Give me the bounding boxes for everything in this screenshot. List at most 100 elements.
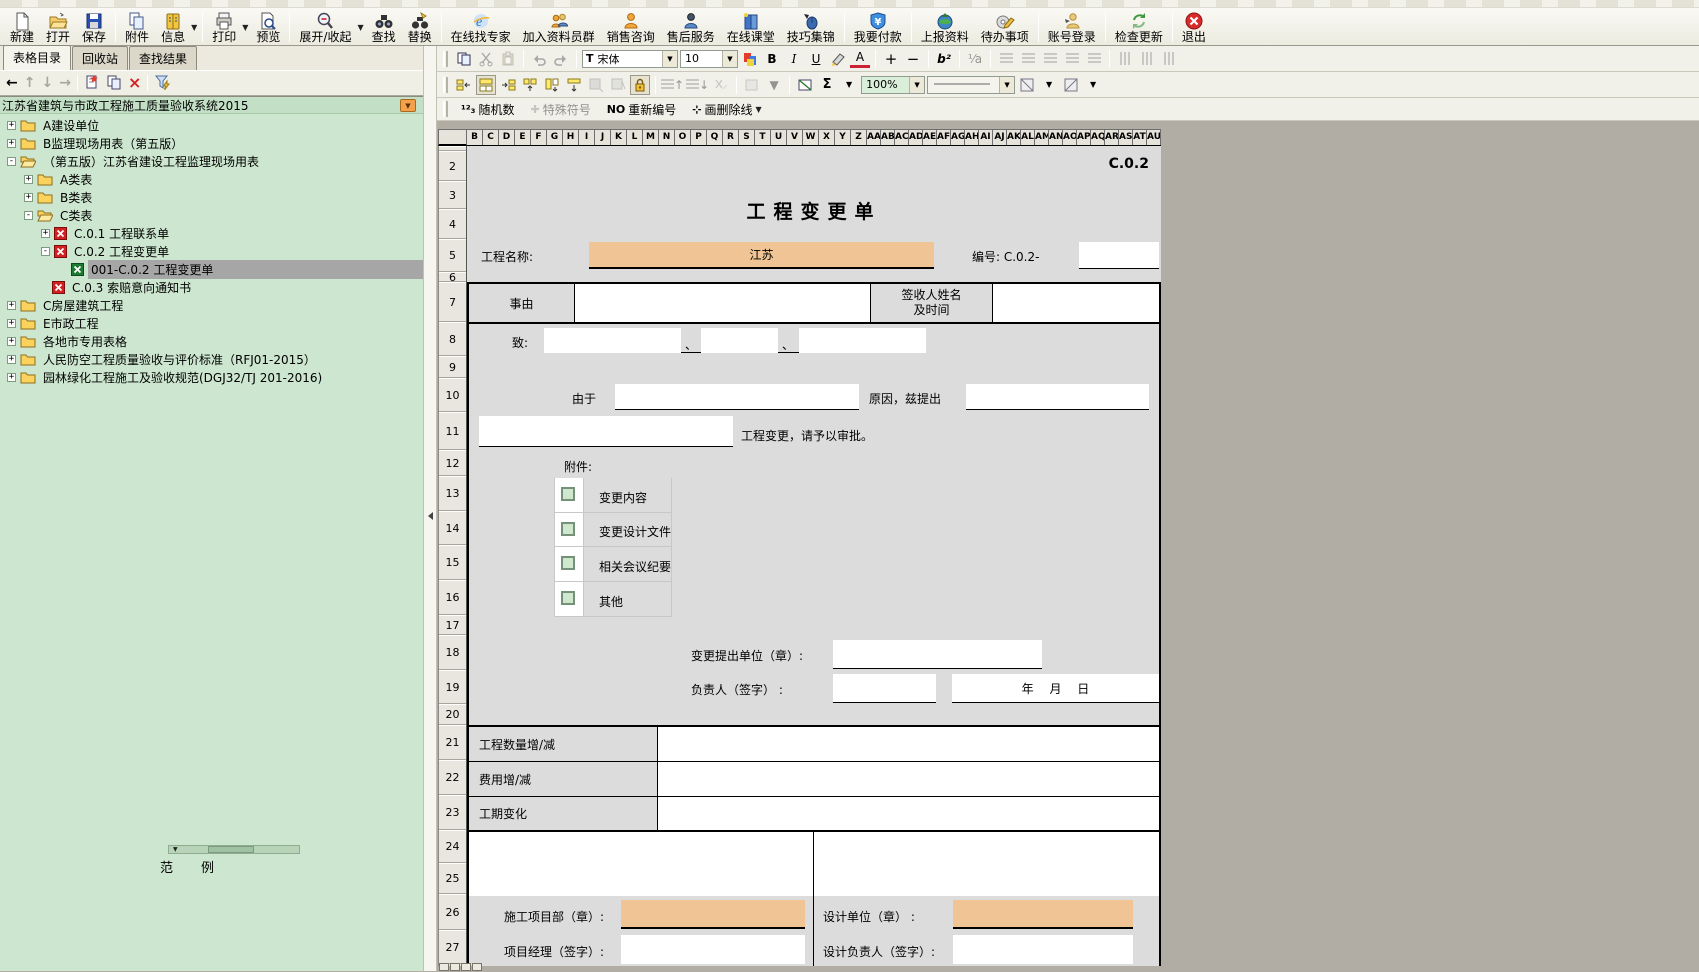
column-header[interactable]: J (595, 130, 611, 145)
lock-cell-icon[interactable] (630, 75, 650, 95)
column-header[interactable]: AR (1105, 130, 1119, 145)
to-field-2[interactable] (701, 328, 778, 353)
expander-icon[interactable]: - (7, 157, 16, 166)
row-header[interactable]: 10 (439, 378, 466, 412)
filter-icon[interactable] (154, 74, 170, 93)
collapse-left-icon[interactable] (428, 512, 433, 520)
special-symbol-button[interactable]: ✚ 特殊符号 (523, 101, 597, 118)
column-header[interactable]: AP (1077, 130, 1091, 145)
vertical-text-left-icon[interactable] (1115, 49, 1135, 69)
line-style-dropdown-icon[interactable]: ▼ (999, 77, 1014, 93)
row-header[interactable]: 5 (439, 239, 466, 272)
down-arrow-icon[interactable]: ↓ (41, 76, 53, 90)
row-header[interactable]: 13 (439, 476, 466, 511)
column-header[interactable]: P (691, 130, 707, 145)
column-header[interactable]: Z (851, 130, 867, 145)
paste-icon[interactable] (498, 49, 518, 69)
column-header[interactable]: AH (965, 130, 979, 145)
column-header[interactable]: AG (951, 130, 965, 145)
expander-icon[interactable]: + (7, 355, 16, 364)
find-button[interactable]: 查找 (366, 9, 402, 45)
column-header[interactable]: AI (979, 130, 993, 145)
merge-cells-icon[interactable] (476, 75, 496, 95)
tree-item-c-class[interactable]: -C类表 (0, 206, 423, 224)
font-size-dropdown-icon[interactable]: ▼ (722, 51, 737, 67)
sales-consult-button[interactable]: 销售咨询 (601, 9, 661, 45)
row-header[interactable]: 20 (439, 704, 466, 725)
sidebar-splitter[interactable] (423, 46, 437, 971)
principal-field[interactable] (833, 674, 936, 703)
row-header[interactable]: 2 (439, 151, 466, 181)
font-color-button[interactable]: A (850, 50, 870, 68)
row-header[interactable]: 22 (439, 760, 466, 795)
column-header[interactable]: AL (1021, 130, 1035, 145)
column-header[interactable]: B (467, 130, 483, 145)
cut-icon[interactable] (476, 49, 496, 69)
bold-button[interactable]: B (762, 49, 782, 69)
expander-icon[interactable]: + (7, 319, 16, 328)
report-data-button[interactable]: 上报资料 (915, 9, 975, 45)
preview-button[interactable]: 预览 (250, 9, 286, 45)
expander-icon[interactable]: - (41, 247, 50, 256)
column-header[interactable]: K (611, 130, 627, 145)
row-header[interactable]: 24 (439, 830, 466, 863)
column-header[interactable]: AO (1063, 130, 1077, 145)
print-button[interactable]: 打印 (206, 9, 242, 45)
print-dropdown-icon[interactable]: ▼ (242, 23, 248, 32)
tree-item-e-municipal[interactable]: +E市政工程 (0, 314, 423, 332)
propose-unit-field[interactable] (833, 640, 1042, 669)
pattern-border-icon[interactable] (608, 75, 628, 95)
attachment-button[interactable]: 附件 (119, 9, 155, 45)
align-right-icon[interactable] (1062, 49, 1082, 69)
forward-arrow-icon[interactable]: → (59, 76, 71, 90)
column-header[interactable]: AA (867, 130, 881, 145)
line-style-combo[interactable]: ▼ (927, 76, 1015, 94)
font-size-combo[interactable]: 10 ▼ (680, 50, 738, 68)
after-sales-button[interactable]: 售后服务 (661, 9, 721, 45)
checkbox-meeting-minutes[interactable] (561, 556, 575, 570)
column-header[interactable]: U (771, 130, 787, 145)
new-form-icon[interactable] (84, 74, 100, 93)
column-header[interactable]: AC (895, 130, 909, 145)
vertical-text-center-icon[interactable] (1137, 49, 1157, 69)
border-diagonal-up-dropdown-icon[interactable]: ▼ (1083, 75, 1103, 95)
copy-icon[interactable] (454, 49, 474, 69)
font-family-combo[interactable]: T 宋体 ▼ (582, 50, 678, 68)
scroll-thumb[interactable] (208, 846, 254, 853)
clear-format-icon[interactable] (711, 75, 731, 95)
fraction-button[interactable]: ⅟a (965, 49, 985, 69)
underline-button[interactable]: U (806, 49, 826, 69)
tree-item-landscaping[interactable]: +园林绿化工程施工及验收规范(DGJ32/TJ 201-2016) (0, 368, 423, 386)
column-header[interactable]: V (787, 130, 803, 145)
expander-icon[interactable]: - (24, 211, 33, 220)
tree-item-c01[interactable]: +C.0.1 工程联系单 (0, 224, 423, 242)
row-header[interactable]: 11 (439, 412, 466, 450)
tree-item-b-supervision-forms[interactable]: +B监理现场用表（第五版） (0, 134, 423, 152)
row-header[interactable]: 27 (439, 930, 466, 964)
column-header[interactable]: AN (1049, 130, 1063, 145)
sheet-corner-cell[interactable] (438, 129, 467, 146)
column-header[interactable]: AB (881, 130, 895, 145)
row-header[interactable]: 15 (439, 545, 466, 580)
column-header[interactable]: AD (909, 130, 923, 145)
zoom-dropdown-icon[interactable]: ▼ (909, 77, 924, 93)
strikethrough-line-button[interactable]: ⊹ 画删除线 ▼ (685, 101, 770, 118)
tree-item-civil-defense[interactable]: +人民防空工程质量验收与评价标准（RFJ01-2015） (0, 350, 423, 368)
superscript-button[interactable]: b² (934, 49, 954, 69)
vertical-text-right-icon[interactable] (1159, 49, 1179, 69)
back-arrow-icon[interactable]: ← (6, 76, 18, 90)
reason-input-cell[interactable] (575, 284, 871, 322)
row-header[interactable]: 25 (439, 863, 466, 894)
decrease-size-button[interactable]: − (903, 49, 923, 69)
line-spacing-increase-icon[interactable]: ↑ (661, 75, 684, 95)
strikethrough-dropdown-icon[interactable]: ▼ (756, 105, 762, 114)
align-justify-icon[interactable] (996, 49, 1016, 69)
expander-icon[interactable]: + (7, 301, 16, 310)
expand-collapse-button[interactable]: 展开/收起 (293, 9, 357, 45)
toolbar-grip[interactable] (443, 77, 448, 93)
tab-table-directory[interactable]: 表格目录 (3, 45, 71, 70)
exit-button[interactable]: 退出 (1176, 9, 1212, 45)
save-button[interactable]: 保存 (76, 9, 112, 45)
split-cell-icon[interactable] (520, 75, 540, 95)
design-lead-field[interactable] (953, 935, 1133, 964)
